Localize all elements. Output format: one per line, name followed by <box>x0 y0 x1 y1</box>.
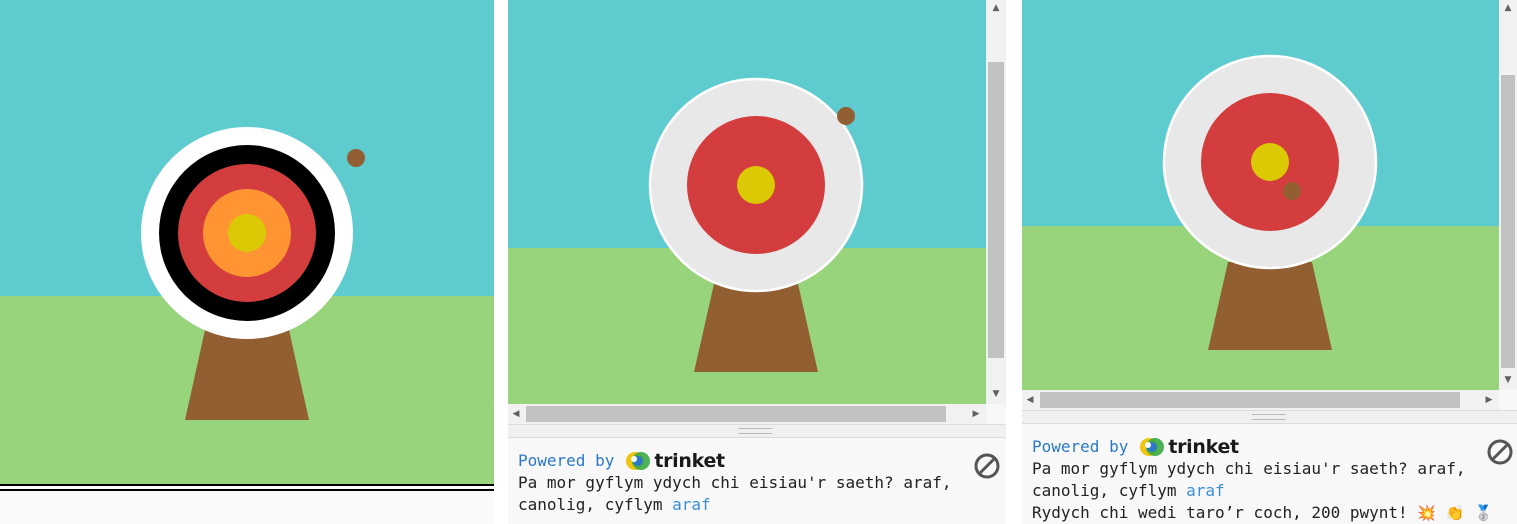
prompt-line-1: Pa mor gyflym ydych chi eisiau'r saeth? … <box>518 473 952 492</box>
trinket-logo-icon <box>624 451 652 471</box>
target-drawing <box>141 127 365 420</box>
target-ring-yellow <box>737 166 775 204</box>
chevron-right-icon[interactable]: ▶ <box>1481 392 1497 408</box>
grip-icon <box>738 428 772 434</box>
target-stand <box>694 284 818 372</box>
trinket-logo-icon <box>1138 437 1166 457</box>
prompt-line-1: Pa mor gyflym ydych chi eisiau'r saeth? … <box>1032 459 1466 478</box>
chevron-down-icon[interactable]: ▼ <box>1500 372 1516 388</box>
console-output: Powered by trinket Pa mor gyflym ydych c… <box>518 450 978 516</box>
prompt-line-2: canolig, cyflym araf <box>1032 480 1492 502</box>
trinket-brand: trinket <box>654 450 725 472</box>
explosion-emoji: 💥 <box>1417 504 1437 522</box>
medal-emoji: 🥈 <box>1473 504 1493 522</box>
target-stand <box>1208 262 1332 350</box>
divider-line <box>0 484 494 486</box>
user-answer: araf <box>1186 481 1225 500</box>
resize-handle[interactable] <box>508 424 1006 438</box>
prompt-line-2-text: canolig, cyflym <box>1032 481 1187 500</box>
archery-scene-2 <box>508 0 986 404</box>
chevron-down-icon[interactable]: ▼ <box>988 386 1004 402</box>
clap-emoji: 👏 <box>1445 504 1465 522</box>
arrow-marker <box>1283 182 1301 200</box>
horizontal-scrollbar[interactable]: ◀ ▶ <box>508 404 986 424</box>
resize-handle[interactable] <box>1022 410 1517 424</box>
powered-by-label: Powered by <box>518 451 615 470</box>
stop-circle-icon[interactable] <box>1486 438 1514 466</box>
console-output: Powered by trinket Pa mor gyflym ydych c… <box>1032 436 1493 524</box>
stop-circle-icon[interactable] <box>973 452 1001 480</box>
target-ring-yellow <box>1251 143 1289 181</box>
vertical-scrollbar[interactable]: ▲ ▼ <box>1499 0 1517 390</box>
chevron-left-icon[interactable]: ◀ <box>508 406 524 422</box>
target-stand <box>185 330 309 420</box>
scrollbar-thumb[interactable] <box>988 62 1004 358</box>
vertical-scrollbar[interactable]: ▲ ▼ <box>986 0 1006 404</box>
console-area <box>0 491 494 524</box>
panel-1 <box>0 0 494 524</box>
powered-by[interactable]: Powered by trinket <box>1032 436 1492 458</box>
trinket-brand: trinket <box>1168 436 1239 458</box>
scrollbar-thumb[interactable] <box>1040 392 1460 408</box>
panel-2: ▲ ▼ ◀ ▶ Powered by trinket Pa mor gyflym… <box>508 0 1006 524</box>
grip-icon <box>1252 414 1286 420</box>
chevron-left-icon[interactable]: ◀ <box>1022 392 1038 408</box>
chevron-up-icon[interactable]: ▲ <box>988 0 1004 16</box>
arrow-marker <box>347 149 365 167</box>
powered-by[interactable]: Powered by trinket <box>518 450 978 472</box>
archery-scene-3 <box>1022 0 1499 390</box>
result-text: Rydych chi wedi taro’r coch, 200 pwynt! <box>1032 503 1408 522</box>
scrollbar-thumb[interactable] <box>1501 75 1515 368</box>
result-line: Rydych chi wedi taro’r coch, 200 pwynt! … <box>1032 502 1493 524</box>
panel-3: ▲ ▼ ◀ ▶ Powered by trinket Pa mor gyflym… <box>1022 0 1517 524</box>
horizontal-scrollbar[interactable]: ◀ ▶ <box>1022 390 1499 410</box>
archery-scene-1 <box>0 0 494 484</box>
powered-by-label: Powered by <box>1032 437 1129 456</box>
chevron-up-icon[interactable]: ▲ <box>1500 0 1516 16</box>
target-drawing <box>1162 54 1378 350</box>
prompt-line-2: canolig, cyflym araf <box>518 494 978 516</box>
chevron-right-icon[interactable]: ▶ <box>968 406 984 422</box>
user-answer: araf <box>672 495 711 514</box>
scrollbar-thumb[interactable] <box>526 406 946 422</box>
prompt-line-2-text: canolig, cyflym <box>518 495 673 514</box>
target-ring-yellow <box>228 214 266 252</box>
arrow-marker <box>837 107 855 125</box>
target-drawing <box>648 77 864 372</box>
